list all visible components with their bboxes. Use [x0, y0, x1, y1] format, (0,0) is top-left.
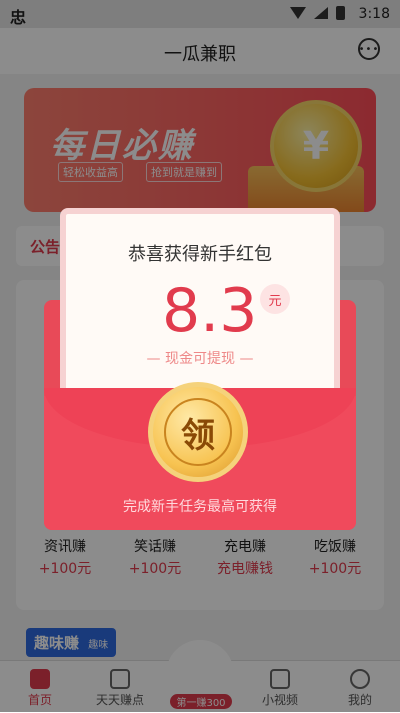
claim-coin-button[interactable]: 领 [148, 382, 248, 482]
modal-hint: 完成新手任务最高可获得 [123, 499, 277, 515]
amount-unit: 元 [260, 284, 290, 314]
envelope-letter: 恭喜获得新手红包 8.3 元 — 现金可提现 — [60, 208, 340, 408]
claim-label: 领 [164, 398, 232, 466]
cash-withdraw-text: — 现金可提现 — [146, 351, 254, 367]
bonus-amount: 8.3 [162, 276, 258, 346]
modal-title: 恭喜获得新手红包 [128, 244, 272, 265]
